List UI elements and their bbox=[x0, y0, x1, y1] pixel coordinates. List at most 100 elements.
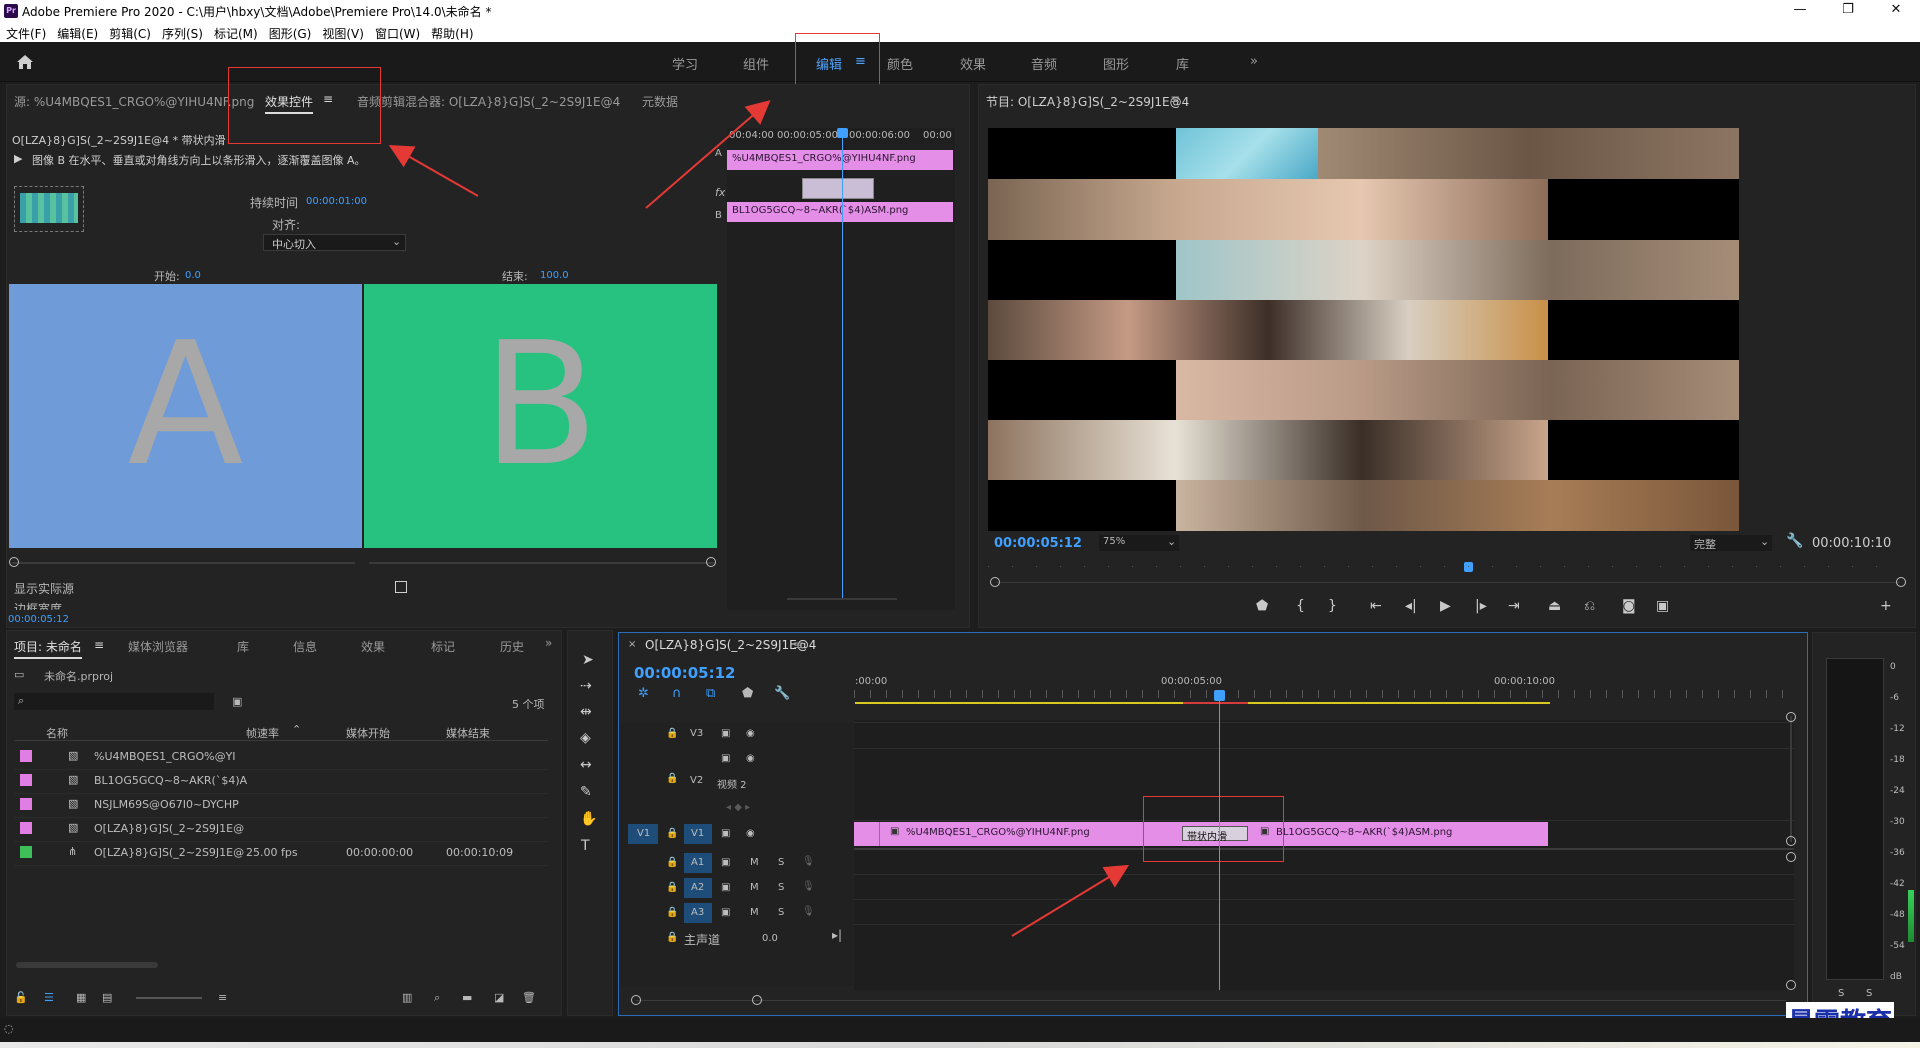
lock-icon[interactable]: 🔓 bbox=[14, 991, 28, 1004]
a1-mute[interactable]: M bbox=[750, 857, 759, 868]
a2-mic-icon[interactable]: 🎙 bbox=[802, 881, 815, 892]
workspace-color[interactable]: 颜色 bbox=[887, 54, 913, 73]
ascroll-top-handle[interactable] bbox=[1786, 852, 1796, 862]
menu-view[interactable]: 视图(V) bbox=[316, 22, 369, 42]
label-color-swatch[interactable] bbox=[20, 846, 32, 858]
button-editor-icon[interactable]: + bbox=[1880, 598, 1892, 614]
project-row[interactable]: ▧ NSJLM69S@O67I0~DYCHP bbox=[14, 794, 548, 818]
video-vertical-scrollbar[interactable] bbox=[1790, 716, 1792, 842]
tab-media-browser[interactable]: 媒体浏览器 bbox=[128, 638, 188, 655]
scrub-end-handle[interactable] bbox=[1896, 577, 1906, 587]
menu-window[interactable]: 窗口(W) bbox=[369, 22, 425, 42]
a2-solo[interactable]: S bbox=[778, 882, 784, 893]
transition-thumbnail[interactable] bbox=[14, 186, 84, 232]
timeline-settings-icon[interactable]: 🔧 bbox=[774, 686, 790, 701]
menu-clip[interactable]: 剪辑(C) bbox=[103, 22, 156, 42]
a1-target[interactable]: A1 bbox=[684, 853, 712, 873]
end-value[interactable]: 100.0 bbox=[540, 270, 569, 281]
program-timecode[interactable]: 00:00:05:12 bbox=[994, 536, 1082, 551]
menu-sequence[interactable]: 序列(S) bbox=[156, 22, 208, 42]
go-to-end-icon[interactable]: ▸| bbox=[832, 928, 842, 942]
menu-help[interactable]: 帮助(H) bbox=[425, 22, 478, 42]
timeline-close-icon[interactable]: × bbox=[628, 639, 636, 650]
start-value[interactable]: 0.0 bbox=[185, 270, 201, 281]
menu-edit[interactable]: 编辑(E) bbox=[51, 22, 103, 42]
razor-tool-icon[interactable]: ◈ bbox=[580, 730, 591, 746]
mark-out-icon[interactable]: } bbox=[1328, 598, 1337, 614]
a3-lock-icon[interactable]: 🔒 bbox=[666, 907, 678, 918]
tab-markers[interactable]: 标记 bbox=[431, 638, 455, 655]
mini-transition[interactable] bbox=[802, 178, 874, 199]
a1-lock-icon[interactable]: 🔒 bbox=[666, 857, 678, 868]
project-scrollbar[interactable] bbox=[16, 962, 158, 968]
timeline-playhead-handle[interactable] bbox=[1214, 690, 1225, 701]
v2-sync-icon[interactable]: ▣ bbox=[721, 753, 730, 764]
zoom-slider[interactable] bbox=[136, 997, 202, 999]
clear-icon[interactable]: 🗑 bbox=[522, 991, 536, 1004]
v2-keyframe-nav-icon[interactable]: ◂ ◆ ▸ bbox=[726, 802, 750, 813]
export-frame-icon[interactable]: ◙ bbox=[1622, 598, 1636, 614]
hscroll-left-handle[interactable] bbox=[631, 995, 641, 1005]
col-name[interactable]: 名称 bbox=[46, 725, 68, 741]
slip-tool-icon[interactable]: ↔ bbox=[580, 757, 592, 773]
v1-source-patch[interactable]: V1 bbox=[628, 824, 658, 844]
lift-icon[interactable]: ⏏ bbox=[1548, 598, 1561, 614]
list-view-icon[interactable]: ☰ bbox=[44, 991, 54, 1004]
project-row[interactable]: ⋔ O[LZA}8}G]S(_2~2S9J1E@ 25.00 fps 00:00:00… bbox=[14, 842, 548, 866]
mini-scrollbar[interactable] bbox=[787, 598, 897, 600]
home-icon[interactable] bbox=[14, 52, 36, 72]
nest-icon[interactable]: ✲ bbox=[638, 686, 649, 701]
mini-clip-b[interactable]: BL1OG5GCQ~8~AKR(`$4)ASM.png bbox=[727, 202, 953, 222]
workspace-libraries[interactable]: 库 bbox=[1176, 54, 1189, 73]
a1-mic-icon[interactable]: 🎙 bbox=[802, 856, 815, 867]
v1-target[interactable]: V1 bbox=[684, 824, 712, 844]
minimize-button[interactable]: — bbox=[1790, 2, 1810, 20]
ripple-edit-tool-icon[interactable]: ⇹ bbox=[580, 704, 592, 720]
tab-history[interactable]: 历史 bbox=[500, 638, 524, 655]
tab-info[interactable]: 信息 bbox=[293, 638, 317, 655]
linked-selection-icon[interactable]: ⧉ bbox=[706, 686, 715, 701]
new-bin-from-search-icon[interactable]: ▣ bbox=[232, 695, 242, 708]
start-slider-handle[interactable] bbox=[9, 557, 19, 567]
sort-icons-icon[interactable]: ≡ bbox=[218, 991, 227, 1004]
project-row[interactable]: ▧ BL1OG5GCQ~8~AKR(`$4)A bbox=[14, 770, 548, 794]
program-scrub-bar[interactable] bbox=[996, 582, 1900, 583]
workspace-assembly[interactable]: 组件 bbox=[743, 54, 769, 73]
v3-lock-icon[interactable]: 🔒 bbox=[666, 728, 678, 739]
a1-sync-icon[interactable]: ▣ bbox=[721, 857, 730, 868]
vscroll-top-handle[interactable] bbox=[1786, 712, 1796, 722]
new-item-icon[interactable]: ◪ bbox=[494, 991, 504, 1004]
show-actual-source-checkbox[interactable] bbox=[395, 581, 407, 593]
vscroll-bottom-handle[interactable] bbox=[1786, 836, 1796, 846]
freeform-view-icon[interactable]: ▤ bbox=[102, 991, 112, 1004]
go-to-out-icon[interactable]: ⇥ bbox=[1508, 598, 1520, 614]
close-button[interactable]: ✕ bbox=[1886, 2, 1906, 20]
zoom-dropdown[interactable]: 75% ⌄ bbox=[1099, 535, 1179, 551]
program-playhead[interactable] bbox=[1464, 562, 1473, 572]
end-slider-handle[interactable] bbox=[706, 557, 716, 567]
automate-icon[interactable]: ▥ bbox=[402, 991, 412, 1004]
clip-2[interactable]: BL1OG5GCQ~8~AKR(`$4)ASM.png bbox=[1276, 824, 1536, 844]
play-transition-icon[interactable]: ▶ bbox=[14, 152, 22, 165]
workspace-learn[interactable]: 学习 bbox=[672, 54, 698, 73]
label-color-swatch[interactable] bbox=[20, 750, 32, 762]
a3-solo[interactable]: S bbox=[778, 907, 784, 918]
go-to-in-icon[interactable]: ⇤ bbox=[1370, 598, 1382, 614]
step-forward-icon[interactable]: |▸ bbox=[1475, 598, 1487, 614]
tab-audio-mixer[interactable]: 音频剪辑混合器: O[LZA}8}G]S(_2~2S9J1E@4 bbox=[357, 93, 620, 110]
type-tool-icon[interactable]: T bbox=[581, 838, 590, 854]
meter-solo-right[interactable]: S bbox=[1866, 988, 1872, 999]
panel-overflow-icon[interactable]: » bbox=[545, 636, 552, 650]
v1-lock-icon[interactable]: 🔒 bbox=[666, 828, 678, 839]
mark-in-icon[interactable]: { bbox=[1296, 598, 1305, 614]
v1-eye-icon[interactable]: ◉ bbox=[746, 828, 755, 839]
a3-mic-icon[interactable]: 🎙 bbox=[802, 906, 815, 917]
mini-clip-a[interactable]: %U4MBQES1_CRGO%@YIHU4NF.png bbox=[727, 150, 953, 170]
play-icon[interactable]: ▶ bbox=[1440, 598, 1451, 614]
tab-libraries[interactable]: 库 bbox=[237, 638, 249, 655]
workspace-effects[interactable]: 效果 bbox=[960, 54, 986, 73]
a2-mute[interactable]: M bbox=[750, 882, 759, 893]
step-back-icon[interactable]: ◂| bbox=[1405, 598, 1417, 614]
duration-value[interactable]: 00:00:01:00 bbox=[306, 196, 367, 207]
a3-target[interactable]: A3 bbox=[684, 903, 712, 923]
